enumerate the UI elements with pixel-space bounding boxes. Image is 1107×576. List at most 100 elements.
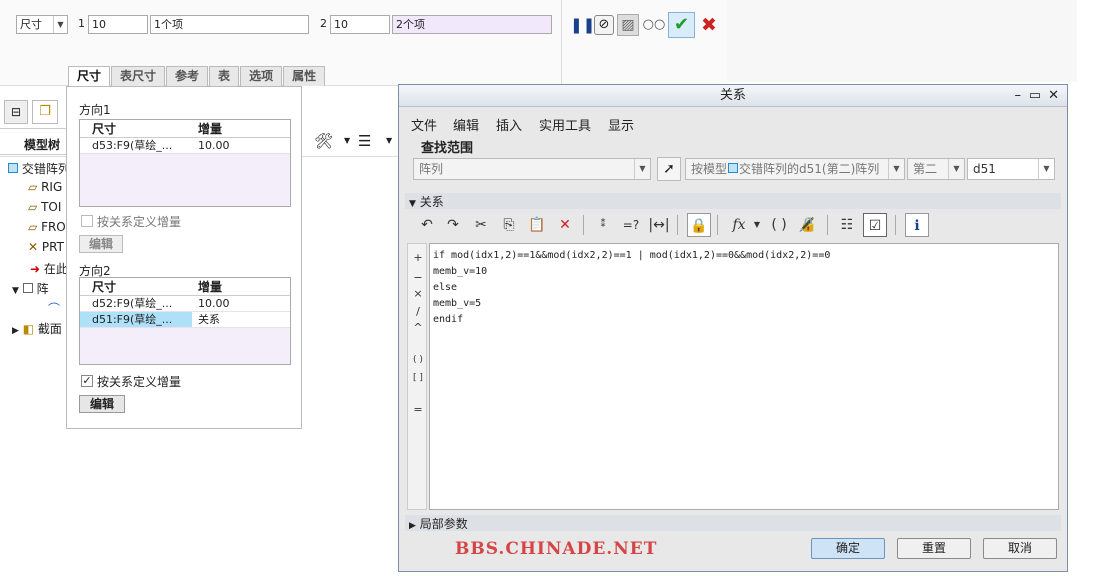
increment-cell[interactable]: 10.00 bbox=[192, 296, 290, 311]
increment-cell[interactable]: 10.00 bbox=[192, 138, 290, 153]
lookup-dimension-select[interactable]: d51 ▼ bbox=[967, 158, 1055, 180]
cancel-button[interactable]: 取消 bbox=[983, 538, 1057, 559]
pattern-type-select[interactable]: 尺寸 ▼ bbox=[16, 15, 68, 34]
chevron-down-icon[interactable]: ▼ bbox=[751, 213, 763, 237]
tree-item-label: PRT bbox=[41, 240, 64, 254]
operator-brackets[interactable]: [ ] bbox=[409, 373, 427, 383]
lookup-direction-select[interactable]: 第二 ▼ bbox=[907, 158, 965, 180]
divider bbox=[561, 0, 562, 86]
column-increment: 增量 bbox=[198, 280, 223, 294]
menu-display[interactable]: 显示 bbox=[608, 115, 634, 134]
reset-button[interactable]: 重置 bbox=[897, 538, 971, 559]
tab-dimensions[interactable]: 尺寸 bbox=[68, 66, 111, 86]
dialog-title-bar[interactable]: 关系 – ▭ ✕ bbox=[399, 85, 1067, 107]
tree-item-right-plane[interactable]: ▱ RIG bbox=[28, 180, 62, 194]
direction1-items-field[interactable]: 1个项 bbox=[150, 15, 309, 34]
relations-toolbar: ↶ ↷ ✂ ⎘ 📋 ✕ ⁑ =? |↔| 🔒 fx ▼ ( ) 🔏 ☷ ☑ ℹ bbox=[411, 213, 1051, 239]
verify-equation-icon[interactable]: =? bbox=[619, 213, 643, 237]
chevron-down-icon[interactable]: ▼ bbox=[386, 136, 392, 145]
cancel-x-icon[interactable]: ✖ bbox=[698, 12, 720, 38]
sort-relations-icon[interactable]: ☷ bbox=[835, 213, 859, 237]
ok-button[interactable]: 确定 bbox=[811, 538, 885, 559]
tab-options[interactable]: 选项 bbox=[240, 66, 283, 86]
divider bbox=[827, 215, 828, 235]
direction1-label: 1 bbox=[78, 17, 85, 30]
operator-minus[interactable]: − bbox=[409, 271, 427, 284]
tree-item-top-plane[interactable]: ▱ TOI bbox=[28, 200, 61, 214]
info-icon[interactable]: ℹ bbox=[905, 213, 929, 237]
direction1-edit-button[interactable]: 编辑 bbox=[79, 235, 123, 253]
verify-relations-icon[interactable]: ☑ bbox=[863, 213, 887, 237]
tree-item-root[interactable]: 交错阵列 bbox=[8, 160, 70, 177]
copy-icon[interactable]: ⎘ bbox=[497, 213, 521, 237]
glasses-icon[interactable]: ○○ bbox=[642, 14, 666, 36]
collapse-down-icon: ▼ bbox=[409, 199, 416, 209]
menu-insert[interactable]: 插入 bbox=[496, 115, 522, 134]
operator-parentheses[interactable]: ( ) bbox=[409, 355, 427, 365]
tab-references[interactable]: 参考 bbox=[166, 66, 209, 86]
menu-edit[interactable]: 编辑 bbox=[453, 115, 479, 134]
preview-geometry-icon[interactable]: ▨ bbox=[617, 14, 639, 36]
table-row[interactable]: d53:F9(草绘_... 10.00 bbox=[80, 138, 290, 154]
menu-file[interactable]: 文件 bbox=[411, 115, 437, 134]
relations-section-header[interactable]: ▼ 关系 bbox=[405, 193, 1061, 209]
tab-properties[interactable]: 属性 bbox=[283, 66, 326, 86]
select-cursor-icon[interactable]: ➚ bbox=[657, 157, 681, 181]
dimension-icon[interactable]: |↔| bbox=[647, 213, 671, 237]
direction1-increment-input[interactable]: 10 bbox=[88, 15, 148, 34]
delete-icon[interactable]: ✕ bbox=[553, 213, 577, 237]
confirm-check-icon[interactable]: ✔ bbox=[668, 12, 695, 38]
undo-icon[interactable]: ↶ bbox=[415, 213, 439, 237]
tab-tables[interactable]: 表 bbox=[209, 66, 240, 86]
paste-icon[interactable]: 📋 bbox=[525, 213, 549, 237]
increment-cell[interactable]: 关系 bbox=[192, 312, 290, 327]
operator-plus[interactable]: + bbox=[409, 251, 427, 264]
operator-divide[interactable]: / bbox=[409, 305, 427, 318]
tree-item-pattern[interactable]: ▼ 阵 bbox=[12, 280, 49, 297]
direction1-relation-checkbox[interactable] bbox=[81, 215, 93, 227]
direction2-increment-input[interactable]: 10 bbox=[330, 15, 390, 34]
lock-units-icon[interactable]: 🔒 bbox=[687, 213, 711, 237]
direction2-edit-button[interactable]: 编辑 bbox=[79, 395, 125, 413]
table-row[interactable]: d51:F9(草绘_... 关系 bbox=[80, 312, 290, 328]
list-settings-icon[interactable]: ☰ bbox=[358, 132, 371, 150]
tree-view-icon[interactable]: ⊟ bbox=[4, 100, 28, 124]
part-icon bbox=[8, 163, 18, 173]
operator-power[interactable]: ^ bbox=[409, 321, 427, 334]
layers-icon[interactable]: ❐ bbox=[32, 100, 58, 124]
local-params-section[interactable]: ▶ 局部参数 bbox=[405, 515, 1061, 531]
tree-item-front-plane[interactable]: ▱ FRO bbox=[28, 220, 66, 234]
cut-icon[interactable]: ✂ bbox=[469, 213, 493, 237]
tree-item-section[interactable]: ▶ ◧ 截面 bbox=[12, 320, 62, 337]
no-preview-icon[interactable]: ⊘ bbox=[594, 15, 614, 35]
minimize-icon[interactable]: – bbox=[1015, 85, 1022, 107]
tab-table-dimensions[interactable]: 表尺寸 bbox=[111, 66, 166, 86]
close-icon[interactable]: ✕ bbox=[1048, 85, 1059, 107]
lookup-type-select[interactable]: 阵列 ▼ bbox=[413, 158, 651, 180]
relations-editor[interactable]: if mod(idx1,2)==1&&mod(idx2,2)==1 | mod(… bbox=[429, 243, 1059, 510]
operator-multiply[interactable]: × bbox=[409, 287, 427, 300]
divider bbox=[0, 154, 66, 155]
direction2-relation-checkbox[interactable]: ✓ bbox=[81, 375, 93, 387]
parentheses-icon[interactable]: ( ) bbox=[767, 213, 791, 237]
tools-icon[interactable]: 🛠 bbox=[314, 132, 333, 150]
menu-utilities[interactable]: 实用工具 bbox=[539, 115, 591, 134]
pause-icon[interactable]: ❚❚ bbox=[570, 14, 595, 36]
csys-icon: ✕ bbox=[28, 240, 39, 254]
operator-equals[interactable]: = bbox=[409, 403, 427, 416]
function-icon[interactable]: fx bbox=[727, 213, 751, 237]
tree-item-csys[interactable]: ✕ PRT bbox=[28, 240, 64, 254]
chevron-down-icon[interactable]: ▼ bbox=[344, 136, 350, 145]
evaluate-icon[interactable]: ⁑ bbox=[591, 213, 615, 237]
redo-icon[interactable]: ↷ bbox=[441, 213, 465, 237]
pattern-dashboard: 尺寸 ▼ 1 10 1个项 2 10 2个项 ❚❚ ⊘ ▨ ○○ ✔ ✖ 尺寸 … bbox=[0, 0, 727, 86]
tree-item-insert-here[interactable]: ➜ 在此 bbox=[30, 260, 68, 277]
sketch-icon: ⌒ bbox=[48, 302, 61, 316]
dimension-cell: d51:F9(草绘_... bbox=[92, 313, 173, 326]
table-row[interactable]: d52:F9(草绘_... 10.00 bbox=[80, 296, 290, 312]
parameter-lock-icon[interactable]: 🔏 bbox=[795, 213, 819, 237]
table-header: 尺寸 增量 bbox=[80, 278, 290, 296]
maximize-icon[interactable]: ▭ bbox=[1029, 85, 1041, 107]
direction2-items-field[interactable]: 2个项 bbox=[392, 15, 552, 34]
lookup-model-select[interactable]: 按模型 交错阵列的d51(第二)阵列 ▼ bbox=[685, 158, 905, 180]
